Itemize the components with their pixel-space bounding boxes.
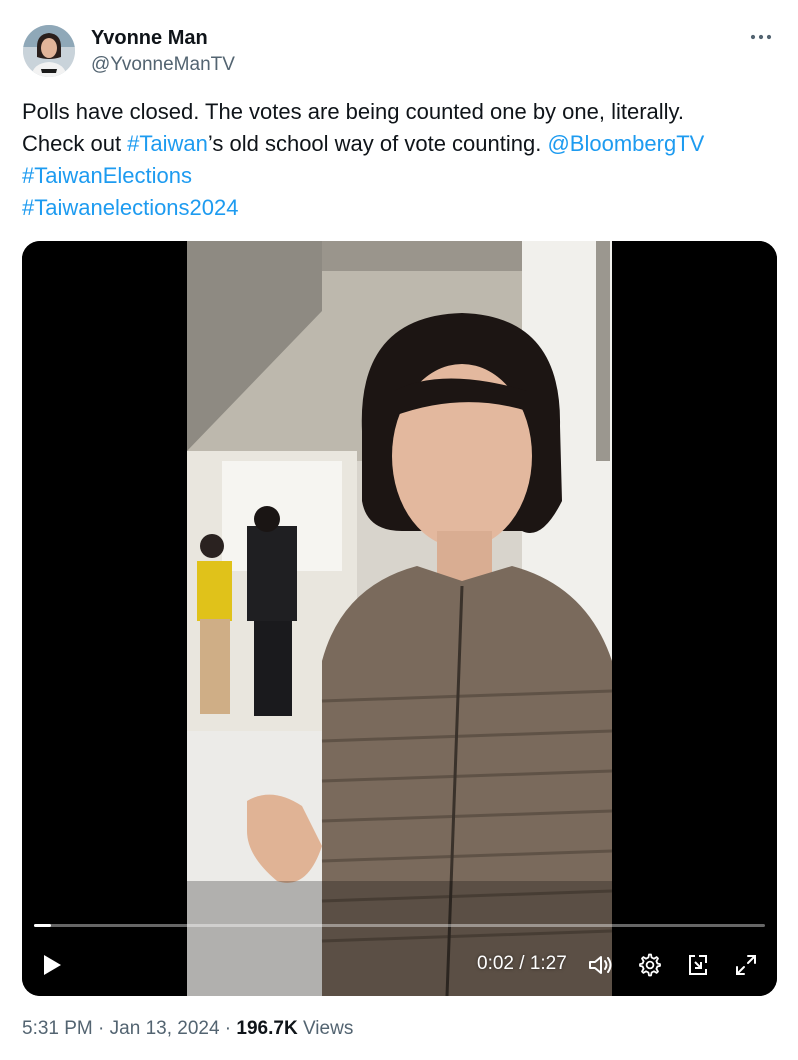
video-frame: [22, 241, 777, 996]
tweet-time-link[interactable]: 5:31 PM: [22, 1018, 93, 1039]
author-name[interactable]: Yvonne Man: [91, 27, 208, 50]
mention-bloombergtv-link[interactable]: @BloombergTV: [547, 131, 704, 156]
volume-button[interactable]: [584, 949, 616, 981]
more-options-button[interactable]: [746, 22, 776, 52]
hashtag-taiwan-link[interactable]: #Taiwan: [127, 131, 208, 156]
hashtag-taiwanelections-link[interactable]: #TaiwanElections: [22, 163, 192, 188]
video-progress-fill: [34, 924, 51, 927]
avatar[interactable]: [23, 25, 75, 77]
tweet-text-line: #TaiwanElections: [22, 160, 772, 192]
tweet-text-segment: Check out: [22, 131, 128, 156]
pip-icon: [689, 955, 707, 975]
play-icon: [44, 955, 61, 975]
views-count[interactable]: 196.7K: [236, 1018, 297, 1039]
video-progress-bar[interactable]: [34, 924, 765, 927]
volume-icon: [589, 956, 612, 974]
tweet-text-line: Check out #Taiwan’s old school way of vo…: [22, 128, 772, 160]
tweet-text-line: #Taiwanelections2024: [22, 192, 772, 224]
fullscreen-button[interactable]: [730, 949, 762, 981]
video-time-separator: /: [513, 953, 530, 974]
hashtag-taiwanelections2024-link[interactable]: #Taiwanelections2024: [22, 195, 239, 220]
video-current-time: 0:02: [477, 953, 514, 974]
meta-separator: ·: [219, 1018, 237, 1039]
tweet-meta: 5:31 PM · Jan 13, 2024 · 196.7K Views: [22, 1018, 353, 1040]
play-button[interactable]: [36, 949, 68, 981]
settings-icon: [639, 953, 661, 977]
tweet-text-line: Polls have closed. The votes are being c…: [22, 99, 685, 124]
picture-in-picture-button[interactable]: [682, 949, 714, 981]
tweet-text-segment: ’s old school way of vote counting.: [207, 131, 548, 156]
settings-button[interactable]: [634, 949, 666, 981]
video-duration: 1:27: [529, 953, 567, 974]
tweet-date-link[interactable]: Jan 13, 2024: [110, 1018, 220, 1039]
video-time: 0:02 / 1:27: [477, 953, 567, 975]
author-handle[interactable]: @YvonneManTV: [91, 54, 235, 76]
tweet-card: Yvonne Man @YvonneManTV Polls have close…: [0, 0, 798, 1060]
tweet-text: Polls have closed. The votes are being c…: [22, 96, 772, 224]
more-horizontal-icon: [750, 34, 772, 40]
video-player[interactable]: 0:02 / 1:27: [22, 241, 777, 996]
fullscreen-icon: [736, 955, 756, 975]
meta-separator: ·: [92, 1018, 110, 1039]
avatar-image: [23, 25, 75, 77]
views-label: Views: [297, 1018, 354, 1039]
